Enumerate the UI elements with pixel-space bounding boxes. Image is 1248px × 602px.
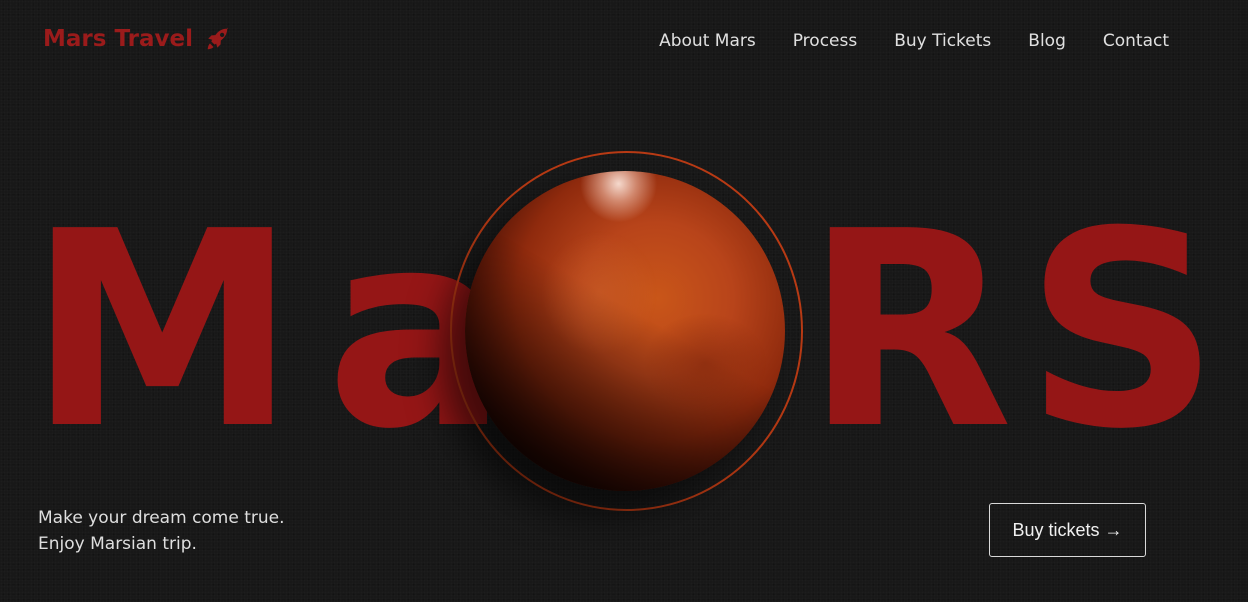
nav-blog[interactable]: Blog <box>1028 30 1066 52</box>
nav-about-mars[interactable]: About Mars <box>659 30 756 52</box>
nav-buy-tickets[interactable]: Buy Tickets <box>894 30 991 52</box>
nav-contact[interactable]: Contact <box>1103 30 1169 52</box>
nav-process[interactable]: Process <box>793 30 858 52</box>
tagline-line-2: Enjoy Marsian trip. <box>38 534 197 554</box>
hero-letter-s: S <box>1025 173 1220 488</box>
hero-letter-m: M <box>28 173 297 488</box>
buy-tickets-button[interactable]: Buy tickets → <box>989 503 1146 557</box>
hero-letter-r: R <box>805 173 1013 488</box>
tagline-line-1: Make your dream come true. <box>38 508 285 528</box>
brand-name: Mars Travel <box>43 26 193 52</box>
rocket-icon <box>207 27 229 50</box>
main-nav: About Mars Process Buy Tickets Blog Cont… <box>622 30 1169 52</box>
hero-tagline: Make your dream come true. Enjoy Marsian… <box>38 505 285 557</box>
mars-planet-image <box>465 171 785 491</box>
brand-logo[interactable]: Mars Travel <box>43 26 231 52</box>
